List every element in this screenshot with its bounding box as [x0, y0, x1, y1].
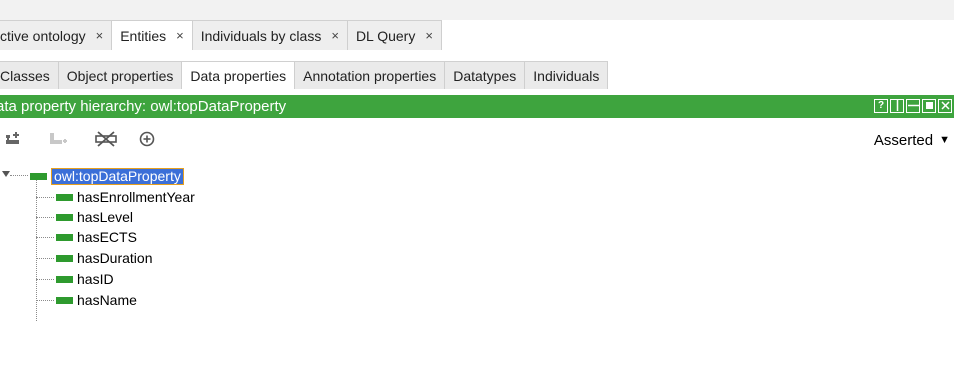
data-property-icon [30, 172, 47, 180]
close-icon[interactable]: × [176, 28, 184, 43]
window-top-strip [0, 0, 954, 21]
find-usage-icon[interactable] [137, 130, 157, 148]
tree-node-label: hasLevel [77, 209, 134, 225]
tree-node-label: owl:topDataProperty [51, 167, 184, 185]
subtab-data-properties[interactable]: Data properties [182, 61, 296, 89]
tab-label: Individuals by class [200, 27, 322, 44]
tree-node[interactable]: hasName [56, 290, 137, 310]
add-sibling-property-icon[interactable] [48, 130, 70, 148]
data-property-icon [56, 254, 73, 262]
tree-connector [36, 217, 54, 218]
data-property-icon [56, 296, 73, 304]
split-vertical-icon[interactable] [890, 99, 904, 113]
subtab-classes[interactable]: Classes [0, 61, 59, 89]
help-icon[interactable]: ? [874, 99, 888, 113]
tab-entities[interactable]: Entities × [112, 20, 193, 50]
close-icon[interactable]: × [425, 28, 433, 43]
add-sub-property-icon[interactable] [4, 130, 26, 148]
main-tab-row: ctive ontology × Entities × Individuals … [0, 20, 954, 50]
view-header: ata property hierarchy: owl:topDataPrope… [0, 95, 954, 118]
property-tree: owl:topDataProperty hasEnrollmentYear ha… [0, 164, 954, 364]
close-view-icon[interactable] [938, 99, 952, 113]
tree-node-label: hasECTS [77, 229, 137, 245]
delete-property-icon[interactable] [94, 130, 118, 148]
tree-node[interactable]: hasEnrollmentYear [56, 187, 195, 207]
subtab-individuals[interactable]: Individuals [525, 61, 609, 89]
tree-node[interactable]: hasLevel [56, 207, 133, 227]
view-title: ata property hierarchy: owl:topDataPrope… [0, 98, 287, 115]
entity-sub-tabs: Classes Object properties Data propertie… [0, 61, 609, 89]
tree-node[interactable]: hasECTS [56, 227, 137, 247]
tab-label: DL Query [355, 27, 416, 44]
tab-label: ctive ontology [0, 27, 86, 44]
close-icon[interactable]: × [331, 28, 339, 43]
subtab-annotation-properties[interactable]: Annotation properties [295, 61, 446, 89]
tree-node-label: hasID [77, 271, 114, 287]
hierarchy-toolbar: Asserted ▼ [0, 122, 954, 156]
assertion-mode-select[interactable]: Asserted ▼ [869, 128, 954, 152]
tab-active-ontology[interactable]: ctive ontology × [0, 20, 113, 50]
split-horizontal-icon[interactable] [906, 99, 920, 113]
tree-connector [36, 197, 54, 198]
data-property-icon [56, 233, 73, 241]
tab-label: Entities [120, 27, 167, 44]
maximize-icon[interactable] [922, 99, 936, 113]
tree-connector [36, 258, 54, 259]
tree-node-label: hasName [77, 292, 137, 308]
tree-connector [36, 237, 54, 238]
assertion-mode-label: Asserted [873, 131, 934, 149]
tree-node[interactable]: hasID [56, 269, 114, 289]
expand-toggle-icon[interactable] [2, 171, 10, 177]
subtab-datatypes[interactable]: Datatypes [445, 61, 526, 89]
tree-connector [36, 279, 54, 280]
tab-individuals-by-class[interactable]: Individuals by class × [192, 20, 348, 50]
tree-node[interactable]: hasDuration [56, 248, 153, 268]
chevron-down-icon: ▼ [939, 134, 950, 146]
tree-node-label: hasEnrollmentYear [77, 189, 195, 205]
tree-node-root[interactable]: owl:topDataProperty [30, 166, 184, 186]
data-property-icon [56, 193, 73, 201]
data-property-icon [56, 213, 73, 221]
tree-connector [36, 300, 54, 301]
close-icon[interactable]: × [96, 28, 104, 43]
tree-connector [10, 175, 28, 176]
data-property-icon [56, 275, 73, 283]
subtab-object-properties[interactable]: Object properties [58, 61, 183, 89]
tree-node-label: hasDuration [77, 250, 153, 266]
tab-dl-query[interactable]: DL Query × [347, 20, 442, 50]
view-controls: ? [874, 99, 952, 113]
